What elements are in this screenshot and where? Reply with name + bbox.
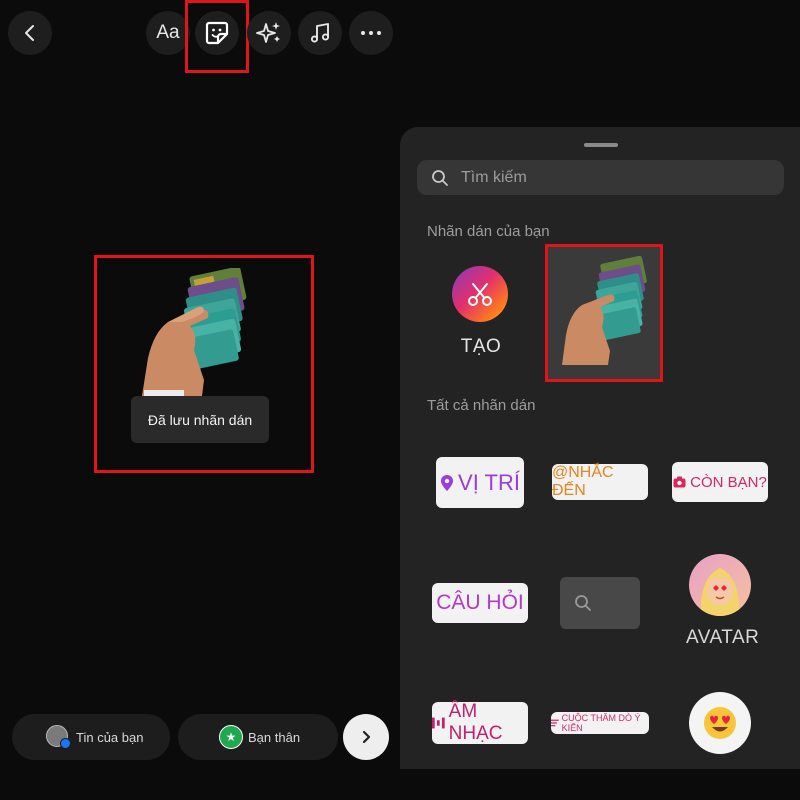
music-sticker-label: ÂM NHẠC [448, 701, 503, 744]
mention-sticker[interactable]: @NHẮC ĐẾN [552, 464, 648, 500]
close-friends-label: Bạn thân [248, 729, 301, 745]
more-options-button[interactable] [349, 11, 393, 55]
create-sticker-circle [452, 266, 508, 322]
all-stickers-title: Tất cả nhãn dán [427, 397, 536, 414]
avatar-face-icon [700, 568, 740, 616]
audio-bars-icon [432, 717, 445, 729]
music-sticker[interactable]: ÂM NHẠC [432, 701, 528, 744]
location-pin-icon [441, 474, 454, 491]
back-icon [25, 25, 34, 41]
back-button[interactable] [8, 11, 52, 55]
heart-eyes-emoji-icon [704, 707, 736, 739]
poll-lines-icon [551, 719, 559, 727]
music-button[interactable] [298, 11, 342, 55]
location-sticker[interactable]: VỊ TRÍ [436, 457, 524, 508]
search-icon [575, 595, 591, 611]
avatar-sticker[interactable] [689, 554, 751, 616]
my-sticker-highlight [545, 244, 663, 382]
create-sticker-label: TẠO [460, 336, 502, 357]
your-story-label: Tin của bạn [76, 729, 144, 745]
emoji-slider-sticker[interactable] [689, 692, 751, 754]
question-sticker-label: CÂU HỎI [436, 591, 524, 614]
star-icon: ★ [219, 725, 243, 749]
search-icon [432, 169, 448, 186]
sticker-tool-highlight [185, 0, 249, 73]
your-story-button[interactable]: Tin của bạn [12, 714, 170, 760]
poll-sticker-label: CUỘC THĂM DÒ Ý KIẾN [561, 713, 641, 733]
facebook-badge-icon [60, 738, 71, 749]
chevron-right-icon [362, 730, 371, 744]
avatar-sticker-label: AVATAR [686, 627, 760, 648]
poll-sticker[interactable]: CUỘC THĂM DÒ Ý KIẾN [551, 712, 649, 734]
sparkles-icon [256, 22, 280, 43]
location-sticker-label: VỊ TRÍ [458, 469, 520, 495]
camera-icon [673, 476, 686, 488]
next-button[interactable] [343, 714, 389, 760]
sticker-search-input[interactable] [461, 168, 761, 187]
music-note-icon [310, 23, 330, 43]
your-stickers-title: Nhãn dán của bạn [427, 223, 550, 240]
mention-sticker-label: @NHẮC ĐẾN [552, 464, 614, 499]
text-icon: Aa [156, 22, 180, 43]
close-friends-button[interactable]: ★ Bạn thân [178, 714, 338, 760]
text-tool-button[interactable]: Aa [146, 11, 190, 55]
more-icon [361, 31, 381, 35]
your-turn-sticker[interactable]: CÒN BẠN? [672, 462, 768, 502]
saved-sticker-highlight [94, 255, 314, 473]
your-turn-sticker-label: CÒN BẠN? [690, 473, 767, 491]
scissors-icon [468, 283, 492, 306]
sticker-tray: Nhãn dán của bạn TẠO Tất cả nhã [400, 127, 800, 769]
create-sticker-button[interactable]: TẠO [452, 266, 510, 358]
gif-search-sticker[interactable] [560, 577, 640, 629]
drag-handle[interactable] [584, 143, 618, 147]
sticker-search-bar[interactable] [417, 160, 784, 195]
effects-button[interactable] [247, 11, 291, 55]
question-sticker[interactable]: CÂU HỎI [432, 583, 528, 623]
